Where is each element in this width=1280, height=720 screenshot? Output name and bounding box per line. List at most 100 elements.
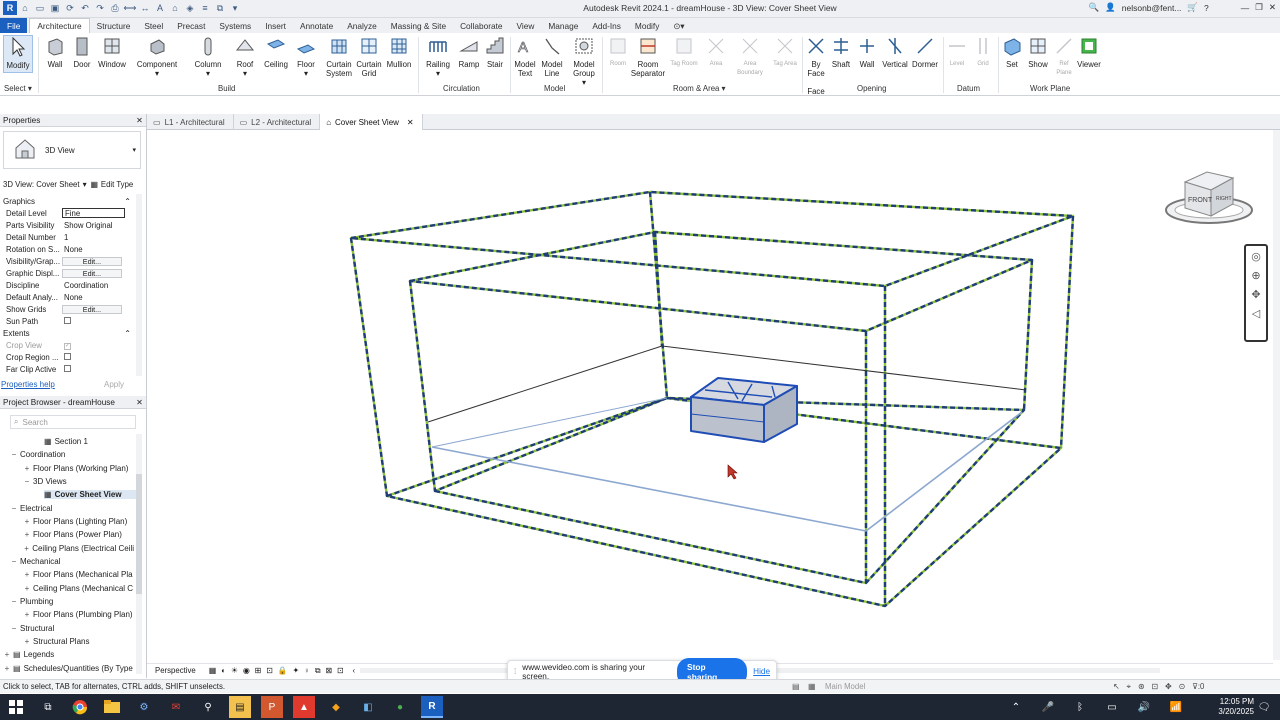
view-tab-l2[interactable]: ▭ L2 - Architectural xyxy=(234,114,321,130)
type-selector[interactable]: 3D View ▾ xyxy=(3,131,141,169)
app-icon-3[interactable]: ▤ xyxy=(229,696,251,718)
tree-item-structural[interactable]: − Structural xyxy=(11,624,55,633)
level-button[interactable]: Level xyxy=(946,35,968,69)
reveal-hidden-icon[interactable]: ♀ xyxy=(304,666,310,675)
tab-collaborate[interactable]: Collaborate xyxy=(453,18,509,33)
prop-show-grids[interactable]: Show Grids Edit... xyxy=(0,303,135,315)
mail-icon[interactable]: ✉ xyxy=(165,696,187,718)
prop-default-analysis[interactable]: Default Analy... None xyxy=(0,291,135,303)
select-links-icon[interactable]: ↖ xyxy=(1113,682,1120,692)
dormer-button[interactable]: Dormer xyxy=(910,35,940,69)
shaft-button[interactable]: Shaft xyxy=(830,35,852,69)
minimize-icon[interactable]: — xyxy=(1241,3,1250,13)
area-boundary-button[interactable]: Area Boundary xyxy=(732,35,768,78)
show-button[interactable]: Show xyxy=(1026,35,1050,69)
powerpoint-icon[interactable]: P xyxy=(261,696,283,718)
worksets-icon[interactable]: ▤ xyxy=(792,682,799,691)
close-hidden-icon[interactable]: ⧉ xyxy=(213,1,227,15)
tab-view[interactable]: View xyxy=(510,18,542,33)
app-icon-1[interactable]: ⚙ xyxy=(133,696,155,718)
switch-windows-icon[interactable]: ▾ xyxy=(228,1,242,15)
tree-item-plumbing[interactable]: − Plumbing xyxy=(11,597,54,606)
tree-item-mechanical-ceiling[interactable]: + Ceiling Plans (Mechanical C xyxy=(24,584,134,593)
drag-handle-icon[interactable]: ⁞ xyxy=(514,667,516,676)
close-tab-icon[interactable]: ✕ xyxy=(407,118,414,127)
volume-icon[interactable]: 🔊 xyxy=(1133,696,1155,718)
window-button[interactable]: Window xyxy=(96,35,128,69)
file-explorer-icon[interactable] xyxy=(101,696,123,718)
tree-item-electrical[interactable]: − Electrical xyxy=(11,504,53,513)
stair-button[interactable]: Stair xyxy=(484,35,506,69)
tab-insert[interactable]: Insert xyxy=(258,18,293,33)
properties-help-link[interactable]: Properties help xyxy=(1,380,55,389)
tree-item-section-1[interactable]: ▦ Section 1 xyxy=(44,437,88,446)
tab-systems[interactable]: Systems xyxy=(212,18,258,33)
temp-hide-icon[interactable]: ✦ xyxy=(292,666,299,675)
edit-button[interactable]: Edit... xyxy=(62,256,122,266)
edit-button[interactable]: Edit... xyxy=(62,304,122,314)
prop-graphic-display[interactable]: Graphic Displ... Edit... xyxy=(0,267,135,279)
prop-rotation[interactable]: Rotation on S... None xyxy=(0,243,135,255)
room-button[interactable]: Room xyxy=(604,35,632,69)
shadows-icon[interactable]: ◐ xyxy=(221,666,226,675)
tab-analyze[interactable]: Analyze xyxy=(340,18,384,33)
set-button[interactable]: Set xyxy=(1000,35,1024,69)
highlight-icon[interactable]: ⊡ xyxy=(337,666,344,675)
prop-crop-region[interactable]: Crop Region ... xyxy=(0,351,135,363)
far-clip-checkbox[interactable] xyxy=(64,364,71,372)
view-tab-l1[interactable]: ▭ L1 - Architectural xyxy=(147,114,234,130)
home-icon[interactable]: ⌂ xyxy=(18,1,32,15)
crop-view-checkbox[interactable]: ✓ xyxy=(64,343,71,350)
mullion-button[interactable]: Mullion xyxy=(384,35,414,69)
close-properties-icon[interactable]: ✕ xyxy=(136,115,143,125)
tray-chevron-icon[interactable]: ⌃ xyxy=(1005,696,1027,718)
tree-item-3d-views[interactable]: −3D Views xyxy=(24,477,67,486)
lock-view-icon[interactable]: 🔒 xyxy=(278,666,288,675)
worksharing-icon[interactable]: ⧉ xyxy=(315,666,321,676)
crop-region-checkbox[interactable] xyxy=(64,352,71,360)
prop-sun-path[interactable]: Sun Path xyxy=(0,315,135,327)
tag-room-button[interactable]: Tag Room xyxy=(670,35,698,69)
roof-button[interactable]: Roof ▾ xyxy=(234,35,256,78)
section-icon[interactable]: ◈ xyxy=(183,1,197,15)
tree-item-coordination[interactable]: − Coordination xyxy=(11,450,66,459)
drag-elements-icon[interactable]: ✥ xyxy=(1165,682,1172,692)
select-pinned-icon[interactable]: ⊛ xyxy=(1138,682,1145,692)
model-line-button[interactable]: Model Line xyxy=(539,35,565,78)
filter-icon[interactable]: ⊽:0 xyxy=(1192,682,1204,692)
print-icon[interactable]: ⎙ xyxy=(108,1,122,15)
model-text-button[interactable]: A Model Text xyxy=(512,35,538,78)
tag-area-button[interactable]: Tag Area xyxy=(772,35,798,69)
area-button[interactable]: Area xyxy=(702,35,730,69)
railing-button[interactable]: Railing ▾ xyxy=(424,35,452,78)
tree-item-power-plan[interactable]: + Floor Plans (Power Plan) xyxy=(24,530,122,539)
curtain-grid-button[interactable]: Curtain Grid xyxy=(354,35,384,78)
sun-path-icon[interactable]: ☀ xyxy=(231,666,238,675)
curtain-system-button[interactable]: Curtain System xyxy=(322,35,356,78)
text-icon[interactable]: A xyxy=(153,1,167,15)
select-dropdown[interactable]: Select ▾ xyxy=(4,84,32,93)
browser-scrollbar[interactable] xyxy=(136,434,142,674)
restore-icon[interactable]: ❐ xyxy=(1255,2,1263,13)
view-scrollbar[interactable] xyxy=(1273,130,1280,660)
scroll-left-icon[interactable]: ‹ xyxy=(353,666,356,675)
cart-icon[interactable]: 🛒 xyxy=(1187,2,1198,13)
tree-item-plumbing-plan[interactable]: + Floor Plans (Plumbing Plan) xyxy=(24,610,134,619)
task-view-icon[interactable]: ⧉ xyxy=(37,696,59,718)
prop-parts-visibility[interactable]: Parts Visibility Show Original xyxy=(0,219,135,231)
full-navigation-wheel-icon[interactable]: ◎ xyxy=(1251,250,1261,263)
tab-annotate[interactable]: Annotate xyxy=(293,18,340,33)
tab-add-ins[interactable]: Add-Ins xyxy=(585,18,628,33)
ref-plane-button[interactable]: Ref Plane xyxy=(1052,35,1076,78)
prop-far-clip[interactable]: Far Clip Active xyxy=(0,363,135,375)
tree-item-lighting-plan[interactable]: + Floor Plans (Lighting Plan) xyxy=(24,517,128,526)
vertical-button[interactable]: Vertical xyxy=(880,35,910,69)
chrome-profile-icon[interactable]: ● xyxy=(389,696,411,718)
tab-massing-site[interactable]: Massing & Site xyxy=(384,18,453,33)
floor-button[interactable]: Floor ▾ xyxy=(294,35,318,78)
room-area-panel-label[interactable]: Room & Area ▾ xyxy=(673,84,725,93)
tab-precast[interactable]: Precast xyxy=(170,18,212,33)
open-icon[interactable]: ▭ xyxy=(33,1,47,15)
ribbon-options-icon[interactable]: ⊙▾ xyxy=(666,18,691,33)
measure-icon[interactable]: ⟷ xyxy=(123,1,137,15)
